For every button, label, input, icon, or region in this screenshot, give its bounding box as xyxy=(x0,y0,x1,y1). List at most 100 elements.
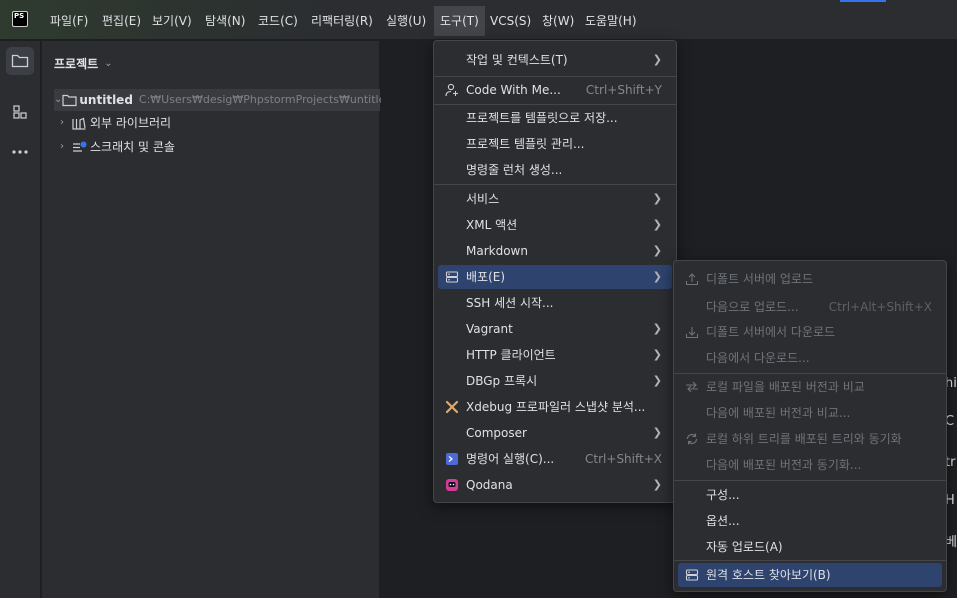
menu-item-download-from[interactable]: 다음에서 다운로드... xyxy=(678,346,942,370)
qodana-icon xyxy=(444,477,460,493)
menu-item-label: 구성... xyxy=(706,488,740,502)
menu-item-upload-default[interactable]: 디폴트 서버에 업로드 xyxy=(678,267,942,291)
menu-item-label: 원격 호스트 찾아보기(B) xyxy=(706,568,831,582)
menu-item-label: 다음에 배포된 버전과 동기화... xyxy=(706,458,862,472)
tree-label: 스크래치 및 콘솔 xyxy=(90,140,175,154)
menu-edit[interactable]: 편집(E) xyxy=(98,10,145,32)
menu-code[interactable]: 코드(C) xyxy=(254,10,302,32)
menu-item-compare-local[interactable]: 로컬 파일을 배포된 버전과 비교 xyxy=(678,375,942,399)
chevron-right-icon: ❯ xyxy=(652,192,662,205)
terminal-icon xyxy=(444,451,460,467)
menu-item-label: 다음에 배포된 버전과 비교... xyxy=(706,406,851,420)
menu-item-label: Qodana xyxy=(466,478,513,492)
menu-item-composer[interactable]: Composer ❯ xyxy=(438,421,672,445)
menu-item-label: Markdown xyxy=(466,244,528,258)
chevron-down-icon[interactable]: ⌄ xyxy=(54,89,62,111)
chevron-right-icon: ❯ xyxy=(652,53,662,66)
menu-item-label: HTTP 클라이언트 xyxy=(466,348,556,362)
ide-window: PS 파일(F) 편집(E) 보기(V) 탐색(N) 코드(C) 리팩터링(R)… xyxy=(0,0,957,598)
folder-icon xyxy=(62,94,77,107)
menu-item-label: 프로젝트를 템플릿으로 저장... xyxy=(466,111,618,125)
menu-view[interactable]: 보기(V) xyxy=(148,10,196,32)
chevron-right-icon: ❯ xyxy=(652,478,662,491)
phpstorm-logo-icon[interactable]: PS xyxy=(12,11,28,27)
menu-item-ssh-session[interactable]: SSH 세션 시작... xyxy=(438,291,672,315)
logo-text: PS xyxy=(14,12,25,20)
menu-item-label: 자동 업로드(A) xyxy=(706,540,783,554)
menu-item-xdebug-snapshot[interactable]: Xdebug 프로파일러 스냅샷 분석... xyxy=(438,395,672,419)
menu-item-label: 옵션... xyxy=(706,514,740,528)
menu-item-label: 디폴트 서버에서 다운로드 xyxy=(706,325,836,339)
chevron-right-icon: ❯ xyxy=(652,218,662,231)
menu-navigate[interactable]: 탐색(N) xyxy=(201,10,249,32)
structure-icon xyxy=(13,105,27,119)
menu-separator xyxy=(674,560,946,561)
menu-item-services[interactable]: 서비스 ❯ xyxy=(438,187,672,211)
menu-item-download-default[interactable]: 디폴트 서버에서 다운로드 xyxy=(678,320,942,344)
menu-item-save-template[interactable]: 프로젝트를 템플릿으로 저장... xyxy=(438,106,672,130)
menu-item-deployment[interactable]: 배포(E) ❯ xyxy=(438,265,672,289)
deployment-submenu: 디폴트 서버에 업로드 다음으로 업로드... Ctrl+Alt+Shift+X … xyxy=(673,260,947,592)
more-icon xyxy=(12,150,28,154)
panel-title: 프로젝트 xyxy=(54,57,99,71)
more-tools-button[interactable] xyxy=(6,138,34,166)
menu-window[interactable]: 창(W) xyxy=(538,10,578,32)
structure-tool-button[interactable] xyxy=(6,98,34,126)
menu-file[interactable]: 파일(F) xyxy=(46,10,92,32)
chevron-right-icon[interactable]: › xyxy=(54,136,70,158)
menu-item-auto-upload[interactable]: 자동 업로드(A) xyxy=(678,535,942,559)
menu-item-label: 로컬 파일을 배포된 버전과 비교 xyxy=(706,380,865,394)
menu-help[interactable]: 도움말(H) xyxy=(581,10,641,32)
project-panel-header[interactable]: 프로젝트 ⌄ xyxy=(54,55,113,72)
shortcut-label: Ctrl+Shift+Y xyxy=(585,83,662,97)
menu-item-sync-with[interactable]: 다음에 배포된 버전과 동기화... xyxy=(678,453,942,477)
menu-item-vagrant[interactable]: Vagrant ❯ xyxy=(438,317,672,341)
menu-item-manage-templates[interactable]: 프로젝트 템플릿 관리... xyxy=(438,132,672,156)
chevron-right-icon: ❯ xyxy=(652,426,662,439)
menu-item-label: XML 액션 xyxy=(466,218,518,232)
chevron-right-icon[interactable]: › xyxy=(54,112,70,134)
chevron-right-icon: ❯ xyxy=(652,322,662,335)
menu-item-xml-actions[interactable]: XML 액션 ❯ xyxy=(438,213,672,237)
menu-item-run-command[interactable]: 명령어 실행(C)... Ctrl+Shift+X xyxy=(438,447,672,471)
tree-row-scratches[interactable]: › 스크래치 및 콘솔 xyxy=(54,136,175,158)
menu-item-label: 배포(E) xyxy=(466,270,506,284)
tree-row-untitled[interactable]: ⌄ untitled C:₩Users₩desig₩PhpstormProjec… xyxy=(54,89,392,111)
menu-item-browse-remote-host[interactable]: 원격 호스트 찾아보기(B) xyxy=(678,563,942,587)
menu-item-code-with-me[interactable]: Code With Me... Ctrl+Shift+Y xyxy=(438,78,672,102)
menu-item-tasks-context[interactable]: 작업 및 컨텍스트(T) ❯ xyxy=(438,48,672,72)
menu-item-label: Xdebug 프로파일러 스냅샷 분석... xyxy=(466,400,646,414)
tools-menu: 작업 및 컨텍스트(T) ❯ Code With Me... Ctrl+Shift+… xyxy=(433,40,677,503)
sync-icon xyxy=(684,431,700,447)
menu-separator xyxy=(434,184,676,185)
menu-vcs[interactable]: VCS(S) xyxy=(486,10,535,32)
tool-window-strip xyxy=(0,41,41,598)
accent-strip xyxy=(840,0,886,2)
menu-item-dbgp-proxy[interactable]: DBGp 프록시 ❯ xyxy=(438,369,672,393)
menu-item-label: 서비스 xyxy=(466,192,500,206)
menu-item-sync-local[interactable]: 로컬 하위 트리를 배포된 트리와 동기화 xyxy=(678,427,942,451)
user-add-icon xyxy=(444,82,460,98)
menu-item-http-client[interactable]: HTTP 클라이언트 ❯ xyxy=(438,343,672,367)
menu-tools[interactable]: 도구(T) xyxy=(434,6,485,36)
menu-refactor[interactable]: 리팩터링(R) xyxy=(307,10,377,32)
menu-item-cmd-launcher[interactable]: 명령줄 런처 생성... xyxy=(438,158,672,182)
chevron-right-icon: ❯ xyxy=(652,374,662,387)
menu-item-label: 명령어 실행(C)... xyxy=(466,452,555,466)
menu-item-options[interactable]: 옵션... xyxy=(678,509,942,533)
menu-item-qodana[interactable]: Qodana ❯ xyxy=(438,473,672,497)
tree-path: C:₩Users₩desig₩PhpstormProjects₩untitled xyxy=(138,93,393,106)
menu-item-configuration[interactable]: 구성... xyxy=(678,483,942,507)
server-icon xyxy=(444,269,460,285)
menu-item-label: 명령줄 런처 생성... xyxy=(466,163,563,177)
project-panel: 프로젝트 ⌄ ⌄ untitled C:₩Users₩desig₩Phpstor… xyxy=(42,41,392,598)
menu-item-label: SSH 세션 시작... xyxy=(466,296,554,310)
upload-icon xyxy=(684,271,700,287)
menu-item-markdown[interactable]: Markdown ❯ xyxy=(438,239,672,263)
menu-item-upload-to[interactable]: 다음으로 업로드... Ctrl+Alt+Shift+X xyxy=(678,295,942,319)
menu-item-compare-with[interactable]: 다음에 배포된 버전과 비교... xyxy=(678,401,942,425)
server-icon xyxy=(684,567,700,583)
menu-run[interactable]: 실행(U) xyxy=(382,10,430,32)
tree-row-external-libraries[interactable]: › 외부 라이브러리 xyxy=(54,112,171,134)
project-tool-button[interactable] xyxy=(6,47,34,75)
